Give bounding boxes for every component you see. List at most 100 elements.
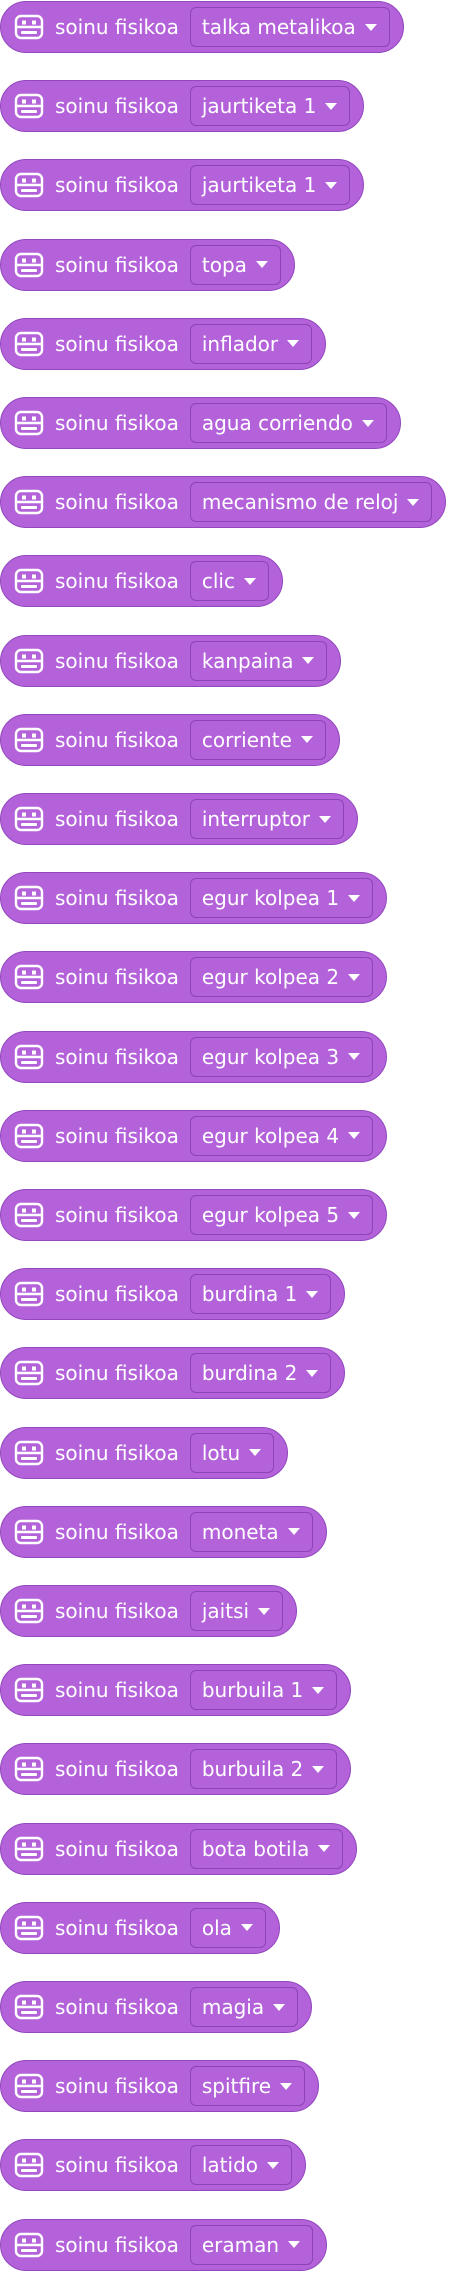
sound-dropdown[interactable]: jaitsi — [189, 1591, 284, 1631]
sound-dropdown[interactable]: corriente — [189, 719, 326, 760]
sound-block[interactable]: soinu fisikoa egur kolpea 4 — [0, 1109, 388, 1162]
block-label: soinu fisikoa — [55, 1203, 179, 1227]
sound-block[interactable]: soinu fisikoa jaitsi — [0, 1585, 298, 1637]
sound-block[interactable]: soinu fisikoa burbuila 1 — [0, 1664, 352, 1717]
sound-dropdown[interactable]: egur kolpea 4 — [189, 1115, 374, 1156]
sound-block[interactable]: soinu fisikoa jaurtiketa 1 — [0, 159, 365, 212]
soundcard-icon — [14, 1992, 44, 2022]
soundcard-icon — [14, 646, 44, 676]
sound-block[interactable]: soinu fisikoa kanpaina — [0, 634, 342, 687]
sound-dropdown[interactable]: ola — [189, 1907, 266, 1948]
sound-dropdown[interactable]: bota botila — [189, 1828, 344, 1869]
sound-dropdown[interactable]: magia — [189, 1987, 299, 2027]
sound-dropdown[interactable]: egur kolpea 5 — [189, 1195, 374, 1235]
dropdown-value: jaurtiketa 1 — [201, 94, 317, 119]
dropdown-value: kanpaina — [201, 648, 294, 673]
soundcard-icon — [14, 1517, 44, 1547]
dropdown-value: eraman — [201, 2232, 280, 2257]
sound-dropdown[interactable]: jaurtiketa 1 — [189, 86, 351, 127]
sound-block[interactable]: soinu fisikoa interruptor — [0, 793, 359, 845]
soundcard-icon — [14, 1358, 44, 1388]
sound-dropdown[interactable]: mecanismo de reloj — [189, 482, 433, 523]
dropdown-value: spitfire — [201, 2074, 272, 2099]
sound-dropdown[interactable]: burdina 2 — [189, 1353, 332, 1394]
sound-block[interactable]: soinu fisikoa egur kolpea 3 — [0, 1030, 388, 1083]
sound-dropdown[interactable]: spitfire — [189, 2066, 306, 2107]
sound-dropdown[interactable]: kanpaina — [189, 640, 328, 681]
caret-down-icon — [312, 1686, 325, 1694]
sound-block[interactable]: soinu fisikoa topa — [0, 238, 295, 291]
sound-block[interactable]: soinu fisikoa agua corriendo — [0, 397, 401, 449]
caret-down-icon — [240, 1924, 253, 1932]
dropdown-value: egur kolpea 2 — [201, 965, 340, 990]
sound-block[interactable]: soinu fisikoa burdina 1 — [0, 1268, 346, 1321]
sound-dropdown[interactable]: jaurtiketa 1 — [189, 165, 351, 206]
sound-dropdown[interactable]: talka metalikoa — [189, 7, 390, 47]
soundcard-icon — [14, 962, 44, 992]
sound-block[interactable]: soinu fisikoa magia — [0, 1981, 313, 2033]
sound-block[interactable]: soinu fisikoa bota botila — [0, 1822, 358, 1875]
soundcard-icon — [14, 1675, 44, 1705]
block-label: soinu fisikoa — [55, 1836, 179, 1861]
block-label: soinu fisikoa — [55, 173, 179, 198]
block-label: soinu fisikoa — [55, 2153, 179, 2178]
sound-block[interactable]: soinu fisikoa eraman — [0, 2218, 328, 2271]
dropdown-value: ola — [201, 1915, 232, 1940]
soundcard-icon — [14, 725, 44, 755]
sound-block[interactable]: soinu fisikoa inflador — [0, 317, 327, 370]
sound-dropdown[interactable]: interruptor — [189, 799, 345, 839]
soundcard-icon — [14, 883, 44, 913]
sound-dropdown[interactable]: inflador — [189, 323, 313, 364]
sound-block[interactable]: soinu fisikoa clic — [0, 555, 283, 608]
caret-down-icon — [287, 340, 300, 348]
sound-dropdown[interactable]: latido — [189, 2145, 293, 2186]
sound-dropdown[interactable]: burbuila 2 — [189, 1749, 338, 1790]
sound-dropdown[interactable]: topa — [189, 244, 281, 285]
dropdown-value: interruptor — [201, 807, 311, 831]
soundcard-icon — [14, 170, 44, 200]
soundcard-icon — [14, 250, 44, 280]
dropdown-value: latido — [201, 2153, 259, 2178]
sound-block[interactable]: soinu fisikoa burdina 2 — [0, 1347, 346, 1400]
sound-dropdown[interactable]: burbuila 1 — [189, 1670, 338, 1711]
sound-block[interactable]: soinu fisikoa latido — [0, 2139, 307, 2192]
sound-dropdown[interactable]: egur kolpea 1 — [189, 878, 374, 919]
dropdown-value: agua corriendo — [201, 411, 353, 435]
sound-block[interactable]: soinu fisikoa lotu — [0, 1426, 289, 1479]
caret-down-icon — [306, 1369, 319, 1377]
block-label: soinu fisikoa — [55, 1282, 179, 1307]
sound-block[interactable]: soinu fisikoa spitfire — [0, 2060, 320, 2113]
sound-dropdown[interactable]: burdina 1 — [189, 1274, 332, 1315]
sound-block[interactable]: soinu fisikoa talka metalikoa — [0, 1, 404, 53]
soundcard-icon — [14, 12, 44, 42]
sound-block[interactable]: soinu fisikoa corriente — [0, 713, 340, 766]
sound-block[interactable]: soinu fisikoa mecanismo de reloj — [0, 476, 447, 529]
caret-down-icon — [258, 1607, 271, 1615]
soundcard-icon — [14, 1200, 44, 1230]
sound-dropdown[interactable]: egur kolpea 2 — [189, 957, 374, 998]
caret-down-icon — [267, 2161, 280, 2169]
caret-down-icon — [273, 2003, 286, 2011]
sound-dropdown[interactable]: eraman — [189, 2224, 314, 2265]
dropdown-value: egur kolpea 3 — [201, 1044, 340, 1069]
sound-block[interactable]: soinu fisikoa burbuila 2 — [0, 1743, 352, 1796]
sound-dropdown[interactable]: moneta — [189, 1511, 313, 1552]
sound-block[interactable]: soinu fisikoa egur kolpea 5 — [0, 1189, 388, 1241]
sound-block[interactable]: soinu fisikoa ola — [0, 1901, 280, 1954]
sound-block[interactable]: soinu fisikoa egur kolpea 2 — [0, 951, 388, 1004]
block-label: soinu fisikoa — [55, 1519, 179, 1544]
caret-down-icon — [318, 1845, 331, 1853]
sound-block[interactable]: soinu fisikoa jaurtiketa 1 — [0, 80, 365, 133]
block-label: soinu fisikoa — [55, 1757, 179, 1782]
caret-down-icon — [348, 1211, 361, 1219]
sound-dropdown[interactable]: agua corriendo — [189, 403, 387, 443]
dropdown-value: talka metalikoa — [201, 15, 356, 39]
block-label: soinu fisikoa — [55, 1995, 179, 2019]
block-label: soinu fisikoa — [55, 1440, 179, 1465]
sound-dropdown[interactable]: lotu — [189, 1432, 275, 1473]
sound-dropdown[interactable]: egur kolpea 3 — [189, 1036, 374, 1077]
sound-block[interactable]: soinu fisikoa moneta — [0, 1505, 327, 1558]
soundcard-icon — [14, 2071, 44, 2101]
sound-dropdown[interactable]: clic — [189, 561, 269, 602]
sound-block[interactable]: soinu fisikoa egur kolpea 1 — [0, 872, 388, 925]
